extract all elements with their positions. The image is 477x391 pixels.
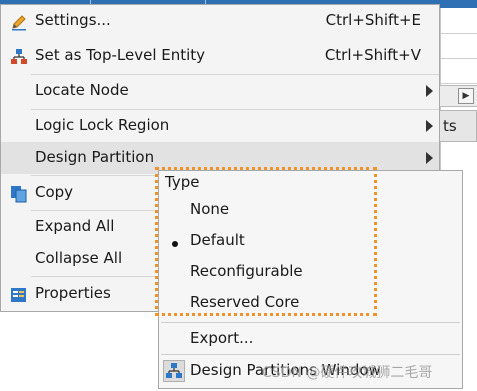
menu-item-set-top-level-entity[interactable]: Set as Top-Level Entity Ctrl+Shift+V	[1, 40, 439, 72]
properties-icon	[10, 286, 28, 304]
menu-item-label: Collapse All	[35, 249, 123, 267]
menu-item-locate-node[interactable]: Locate Node	[1, 75, 439, 107]
submenu-separator	[161, 322, 460, 323]
menu-item-label: Properties	[35, 284, 111, 302]
submenu-separator	[161, 354, 460, 355]
menu-item-label: Set as Top-Level Entity	[35, 46, 206, 64]
export-item[interactable]: Export...	[159, 324, 462, 355]
type-option-default[interactable]: Default	[159, 226, 462, 257]
type-option-label: Reconfigurable	[190, 262, 303, 280]
type-option-none[interactable]: None	[159, 195, 462, 226]
menu-item-label: Design Partition	[35, 148, 155, 166]
partitions-window-icon	[163, 360, 185, 382]
submenu-arrow-icon	[426, 120, 433, 132]
menu-item-logic-lock-region[interactable]: Logic Lock Region	[1, 110, 439, 142]
selected-bullet-icon	[172, 241, 178, 247]
design-partition-submenu: Type None Default Reconfigurable Reserve…	[158, 170, 463, 389]
menu-item-label: Settings...	[35, 11, 111, 29]
menu-item-label: Logic Lock Region	[35, 116, 170, 134]
scroll-right-icon[interactable]: ▶	[458, 88, 474, 104]
background-scrollbar[interactable]: ▶	[440, 85, 477, 107]
submenu-arrow-icon	[426, 152, 433, 164]
type-option-reserved-core[interactable]: Reserved Core	[159, 288, 462, 319]
menu-item-label: Locate Node	[35, 81, 129, 99]
menu-item-label: Expand All	[35, 217, 115, 235]
menu-item-label: Copy	[35, 183, 74, 201]
type-option-label: Default	[190, 231, 245, 249]
watermark: CSDN @硬件攻城狮二毛哥	[262, 365, 433, 381]
shortcut-label: Ctrl+Shift+V	[324, 46, 421, 64]
shortcut-label: Ctrl+Shift+E	[325, 11, 421, 29]
copy-icon	[10, 185, 28, 203]
type-option-label: Reserved Core	[190, 293, 300, 311]
type-option-label: None	[190, 200, 230, 218]
type-option-reconfigurable[interactable]: Reconfigurable	[159, 257, 462, 288]
menu-item-settings[interactable]: Settings... Ctrl+Shift+E	[1, 5, 439, 37]
settings-pencil-icon	[10, 13, 28, 31]
hierarchy-icon	[10, 48, 28, 66]
export-label: Export...	[190, 329, 254, 347]
submenu-arrow-icon	[426, 85, 433, 97]
type-group-label: Type	[165, 173, 200, 191]
